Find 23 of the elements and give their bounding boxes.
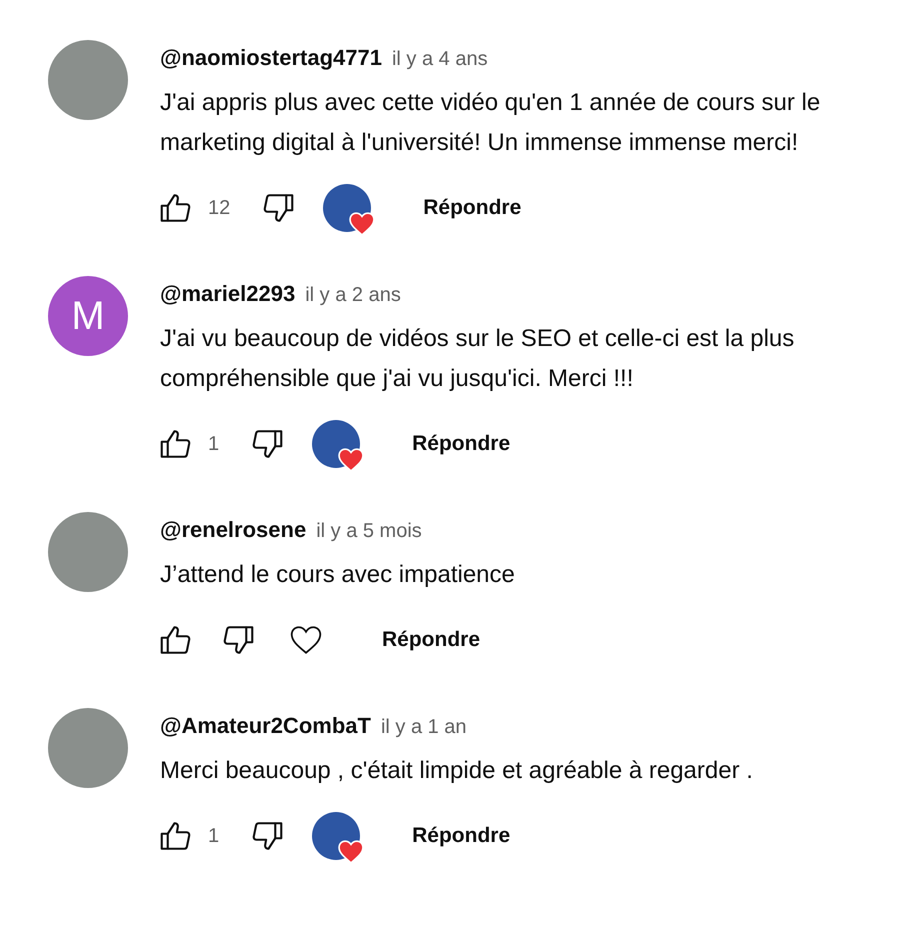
username-link[interactable]: @Amateur2CombaT — [160, 708, 371, 744]
username-link[interactable]: @naomiostertag4771 — [160, 40, 382, 76]
reply-button[interactable]: Répondre — [366, 616, 496, 664]
comment-text: Merci beaucoup , c'était limpide et agréable à regarder . — [160, 756, 753, 786]
heart-icon — [338, 840, 364, 864]
avatar[interactable]: M — [48, 276, 128, 356]
comment-text: J’attend le cours avec impatience — [160, 560, 515, 590]
like-count: 1 — [208, 824, 220, 849]
username-link[interactable]: @renelrosene — [160, 512, 306, 548]
like-count: 1 — [208, 432, 220, 457]
timestamp-link[interactable]: il y a 5 mois — [316, 513, 422, 549]
heart-icon — [338, 448, 364, 472]
timestamp-link[interactable]: il y a 1 an — [380, 709, 467, 745]
heart-icon — [349, 212, 376, 236]
reply-button[interactable]: Répondre — [396, 420, 526, 468]
like-count: 12 — [208, 196, 230, 221]
timestamp-link[interactable]: il y a 2 ans — [305, 277, 401, 313]
username-link[interactable]: @mariel2293 — [160, 276, 296, 312]
timestamp-link[interactable]: il y a 4 ans — [392, 41, 488, 77]
reply-button[interactable]: Répondre — [396, 812, 526, 860]
comment-text: J'ai vu beaucoup de vidéos sur le SEO et celle-ci est la plus compréhensible que j'ai vu jusqu'ici. Merci !!! — [160, 324, 796, 394]
comment-text: J'ai appris plus avec cette vidéo qu'en 1 année de cours sur le marketing digital à l'université! Un immense immense merci! — [160, 88, 822, 158]
reply-button[interactable]: Répondre — [407, 184, 538, 232]
